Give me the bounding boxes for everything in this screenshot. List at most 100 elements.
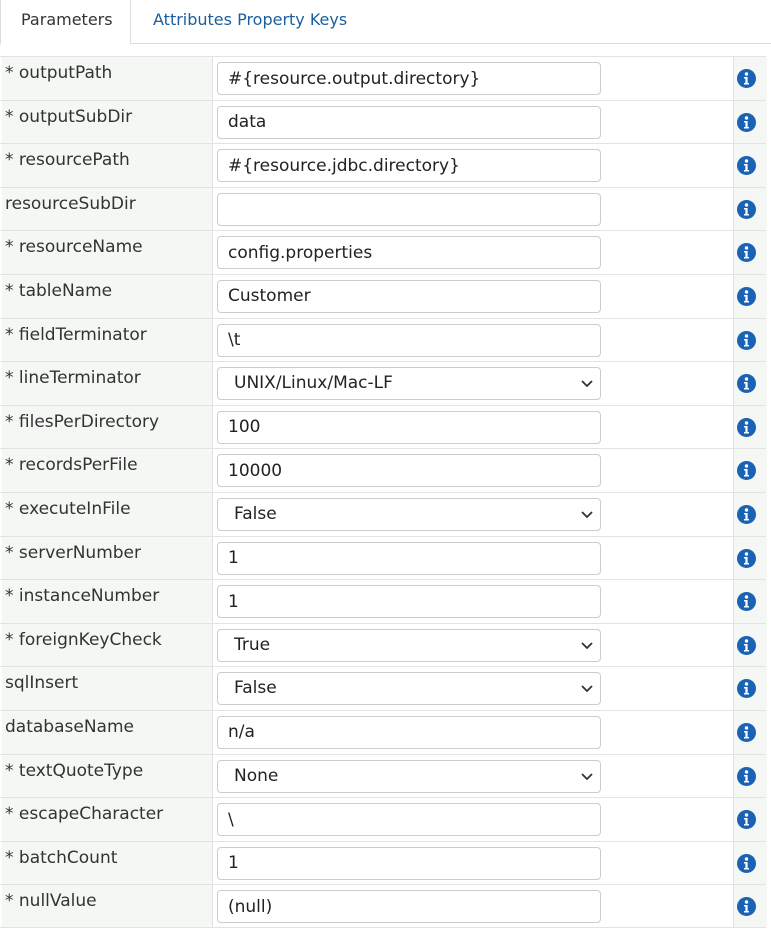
info-circle-icon[interactable] xyxy=(737,853,756,873)
param-label: * lineTerminator xyxy=(2,362,213,405)
info-cell xyxy=(733,100,767,144)
param-value-cell xyxy=(214,231,731,274)
info-circle-icon[interactable] xyxy=(737,199,756,219)
param-value-cell: None xyxy=(214,755,731,798)
info-circle-icon[interactable] xyxy=(737,112,756,132)
info-cell xyxy=(733,885,767,927)
info-cell xyxy=(733,841,767,885)
info-cell xyxy=(733,580,767,623)
param-input[interactable] xyxy=(217,192,601,226)
chevron-down-icon xyxy=(581,511,593,519)
info-cell xyxy=(733,405,767,449)
param-input[interactable] xyxy=(217,149,601,183)
info-circle-icon[interactable] xyxy=(737,722,756,742)
param-value-cell xyxy=(214,406,731,449)
param-value-cell: True xyxy=(214,624,731,667)
dropdown-selected-value: False xyxy=(234,678,277,699)
param-label: sqlInsert xyxy=(2,667,213,710)
param-dropdown[interactable]: False xyxy=(217,672,601,706)
param-value-cell xyxy=(214,144,731,187)
param-dropdown[interactable]: False xyxy=(217,497,601,531)
param-label: databaseName xyxy=(2,710,213,754)
param-label: * foreignKeyCheck xyxy=(2,623,213,667)
param-input[interactable] xyxy=(217,454,601,488)
param-label: * serverNumber xyxy=(2,536,213,580)
info-cell xyxy=(733,623,767,667)
param-label: * filesPerDirectory xyxy=(2,405,213,449)
info-cell xyxy=(733,536,767,580)
param-value-cell xyxy=(214,449,731,492)
param-input[interactable] xyxy=(217,236,601,270)
param-row: * foreignKeyCheck True xyxy=(0,622,767,667)
param-label: * batchCount xyxy=(2,841,213,885)
param-dropdown[interactable]: UNIX/Linux/Mac-LF xyxy=(217,367,601,401)
param-input[interactable] xyxy=(217,890,601,924)
param-dropdown[interactable]: True xyxy=(217,628,601,662)
info-circle-icon[interactable] xyxy=(737,548,756,568)
info-cell xyxy=(733,274,767,318)
param-row: * serverNumber xyxy=(0,535,767,580)
tab-parameters[interactable]: Parameters xyxy=(0,0,131,45)
chevron-down-icon xyxy=(581,380,593,388)
param-label: * tableName xyxy=(2,274,213,318)
param-input[interactable] xyxy=(217,279,601,313)
info-circle-icon[interactable] xyxy=(737,286,756,306)
param-label: * recordsPerFile xyxy=(2,449,213,492)
info-cell xyxy=(733,318,767,362)
param-label: * nullValue xyxy=(2,885,213,927)
param-input[interactable] xyxy=(217,585,601,619)
param-row: * filesPerDirectory xyxy=(0,404,767,449)
param-value-cell xyxy=(214,537,731,580)
param-row: resourceSubDir xyxy=(0,186,767,231)
param-row: * outputPath xyxy=(0,56,767,100)
param-value-cell xyxy=(214,580,731,623)
info-circle-icon[interactable] xyxy=(737,243,756,263)
param-row: * resourcePath xyxy=(0,143,767,187)
param-input[interactable] xyxy=(217,803,601,837)
chevron-down-icon xyxy=(581,685,593,693)
info-circle-icon[interactable] xyxy=(737,417,756,437)
info-circle-icon[interactable] xyxy=(737,461,756,481)
param-input[interactable] xyxy=(217,541,601,575)
param-input[interactable] xyxy=(217,323,601,357)
info-circle-icon[interactable] xyxy=(737,679,756,699)
info-circle-icon[interactable] xyxy=(737,69,756,88)
param-row: * resourceName xyxy=(0,230,767,274)
info-circle-icon[interactable] xyxy=(737,592,756,612)
info-circle-icon[interactable] xyxy=(737,635,756,655)
info-cell xyxy=(733,187,767,231)
param-input[interactable] xyxy=(217,410,601,444)
info-cell xyxy=(733,667,767,710)
info-cell xyxy=(733,57,767,100)
dropdown-selected-value: True xyxy=(234,634,271,655)
param-value-cell xyxy=(214,101,731,144)
param-value-cell xyxy=(214,842,731,885)
param-value-cell xyxy=(214,885,731,927)
param-value-cell xyxy=(214,319,731,362)
info-circle-icon[interactable] xyxy=(737,766,756,786)
info-circle-icon[interactable] xyxy=(737,330,756,350)
param-value-cell xyxy=(214,188,731,231)
tab-attributes-property-keys[interactable]: Attributes Property Keys xyxy=(133,0,367,44)
info-circle-icon[interactable] xyxy=(737,156,756,176)
info-cell xyxy=(733,362,767,405)
param-dropdown[interactable]: None xyxy=(217,759,601,793)
chevron-down-icon xyxy=(581,642,593,649)
param-value-cell: False xyxy=(214,667,731,710)
param-row: * executeInFile False xyxy=(0,491,767,536)
param-input[interactable] xyxy=(217,105,601,139)
param-row: * fieldTerminator xyxy=(0,317,767,362)
param-input[interactable] xyxy=(217,715,601,749)
param-value-cell: UNIX/Linux/Mac-LF xyxy=(214,362,731,405)
param-input[interactable] xyxy=(217,846,601,880)
info-cell xyxy=(733,754,767,798)
info-circle-icon[interactable] xyxy=(737,504,756,524)
info-circle-icon[interactable] xyxy=(737,810,756,830)
param-input[interactable] xyxy=(217,62,601,95)
param-row: sqlInsert False xyxy=(0,666,767,710)
param-row: * escapeCharacter xyxy=(0,797,767,841)
info-circle-icon[interactable] xyxy=(737,897,756,917)
info-circle-icon[interactable] xyxy=(737,374,756,394)
param-label: * fieldTerminator xyxy=(2,318,213,362)
param-row: * batchCount xyxy=(0,840,767,885)
